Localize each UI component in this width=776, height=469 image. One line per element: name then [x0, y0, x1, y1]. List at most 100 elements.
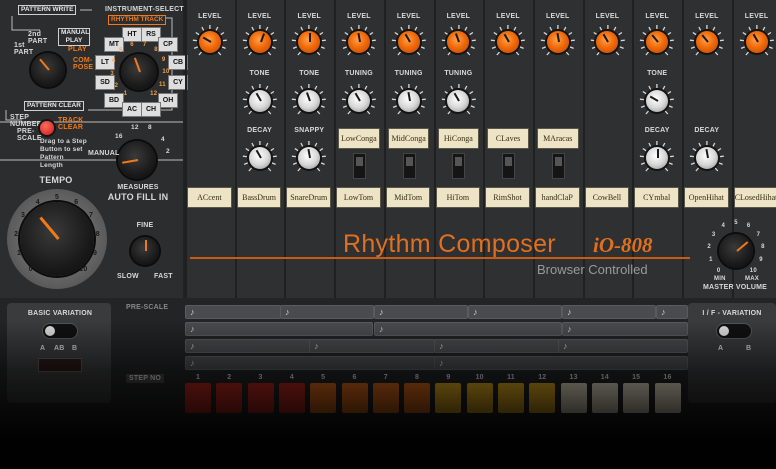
instrument-button[interactable]: SnareDrum [286, 187, 332, 208]
pattern-pill[interactable]: ♪ [656, 305, 688, 319]
row2-label: TONE [249, 70, 270, 77]
step-button[interactable] [404, 383, 431, 413]
level-knob[interactable] [347, 31, 370, 53]
pattern-pill[interactable]: ♪ [185, 339, 311, 353]
pattern-pill[interactable]: ♪ [185, 305, 281, 319]
inst-button-bd[interactable]: BD [104, 93, 124, 108]
step-button[interactable] [529, 383, 556, 413]
pattern-pill[interactable]: ♪ [374, 305, 468, 319]
instrument-button[interactable]: OpenHihat [684, 187, 729, 208]
level-knob[interactable] [546, 31, 569, 53]
left-control-panel: PATTERN WRITE INSTRUMENT-SELECT RHYTHM T… [0, 0, 188, 300]
pattern-pill[interactable]: ♪ [309, 339, 435, 353]
instrument-toggle-switch[interactable] [551, 153, 565, 179]
level-knob[interactable] [248, 31, 271, 53]
pattern-pill[interactable]: ♪ [185, 322, 373, 336]
instrument-toggle-switch[interactable] [402, 153, 416, 179]
master-volume-number: 8 [761, 244, 765, 251]
step-button[interactable] [591, 383, 618, 413]
knob-pointer [357, 32, 361, 43]
basic-variation-toggle[interactable] [42, 323, 78, 339]
step-button[interactable] [341, 383, 368, 413]
instrument-button[interactable]: RimShot [485, 187, 530, 208]
instrument-button[interactable]: CowBell [584, 187, 630, 208]
row2-knob[interactable] [347, 90, 370, 112]
step-button[interactable] [310, 383, 337, 413]
instrument-button[interactable]: MidTom [385, 187, 431, 208]
instrument-select-knob[interactable] [121, 54, 157, 90]
if-variation-toggle[interactable] [716, 323, 752, 339]
instrument-button[interactable]: HiTom [435, 187, 481, 208]
pattern-pill[interactable]: ♪ [374, 322, 562, 336]
level-knob[interactable] [497, 31, 520, 53]
step-button[interactable] [278, 383, 305, 413]
master-volume-number: 0 [716, 267, 721, 274]
step-button[interactable] [498, 383, 524, 413]
instrument-button[interactable]: BassDrum [236, 187, 282, 208]
dial-number: 6 [130, 41, 134, 48]
level-knob[interactable] [397, 31, 420, 53]
pattern-pill[interactable]: ♪ [280, 305, 374, 319]
inst-button-sd[interactable]: SD [95, 75, 115, 90]
basic-variation-panel [7, 303, 111, 403]
row3-knob[interactable] [248, 147, 271, 169]
level-label: LEVEL [396, 13, 421, 20]
pattern-pill[interactable]: ♪ [562, 305, 656, 319]
knob-pointer [705, 148, 709, 159]
step-number: 11 [507, 374, 515, 381]
knob-pointer [404, 33, 411, 43]
step-button[interactable] [623, 383, 650, 413]
step-no-label: STEP NO [126, 374, 165, 383]
fine-knob[interactable] [131, 237, 159, 265]
instrument-button[interactable]: LowTom [336, 187, 381, 208]
pattern-pill[interactable]: ♪ [468, 305, 562, 319]
inst-button-ch[interactable]: CH [141, 102, 161, 117]
variation-led-display [38, 358, 82, 372]
level-knob[interactable] [695, 31, 718, 53]
step-button[interactable] [560, 383, 587, 413]
knob-pointer [603, 33, 610, 43]
pre-scale-label: PRE-SCALE [17, 128, 42, 142]
instrument-button[interactable]: handClaP [534, 187, 580, 208]
inst-button-ac[interactable]: AC [122, 102, 142, 117]
row2-knob[interactable] [646, 90, 669, 112]
level-knob[interactable] [198, 31, 221, 53]
row2-knob[interactable] [397, 90, 420, 112]
pattern-pill[interactable]: ♪ [562, 322, 688, 336]
inst-button-cp[interactable]: CP [158, 37, 178, 52]
step-button[interactable] [435, 383, 462, 413]
step-number: 7 [383, 374, 388, 381]
tempo-knob[interactable] [20, 202, 94, 276]
step-button[interactable] [372, 383, 399, 413]
step-button[interactable] [654, 383, 681, 413]
row2-knob[interactable] [248, 90, 271, 112]
tempo-number: 5 [54, 194, 60, 201]
step-number: 2 [227, 374, 232, 381]
step-button[interactable] [185, 383, 211, 413]
row3-knob[interactable] [646, 147, 669, 169]
pattern-pill[interactable]: ♪ [558, 339, 688, 353]
step-number: 1 [195, 374, 201, 381]
instrument-toggle-switch[interactable] [452, 153, 466, 179]
pattern-pill[interactable]: ♪ [185, 356, 437, 370]
inst-button-ht[interactable]: HT [122, 27, 142, 42]
mode-selector-knob[interactable] [31, 53, 65, 87]
step-button[interactable] [216, 383, 243, 413]
master-volume-knob[interactable] [719, 234, 753, 268]
auto-fill-in-knob[interactable] [118, 141, 156, 179]
row3-knob[interactable] [695, 147, 718, 169]
step-button[interactable] [466, 383, 493, 413]
instrument-button[interactable]: ACcent [187, 187, 232, 208]
instrument-toggle-switch[interactable] [352, 153, 366, 179]
level-knob[interactable] [646, 31, 669, 53]
level-knob[interactable] [745, 31, 768, 53]
track-clear-button[interactable] [40, 121, 54, 135]
step-button[interactable] [247, 383, 274, 413]
pattern-pill[interactable]: ♪ [434, 356, 688, 370]
knob-pointer [752, 33, 759, 43]
pattern-pill[interactable]: ♪ [434, 339, 560, 353]
instrument-button[interactable]: CYmbal [634, 187, 679, 208]
inst-button-oh[interactable]: OH [158, 93, 178, 108]
instrument-button[interactable]: CLosedHihat [733, 187, 776, 208]
instrument-toggle-switch[interactable] [502, 153, 516, 179]
